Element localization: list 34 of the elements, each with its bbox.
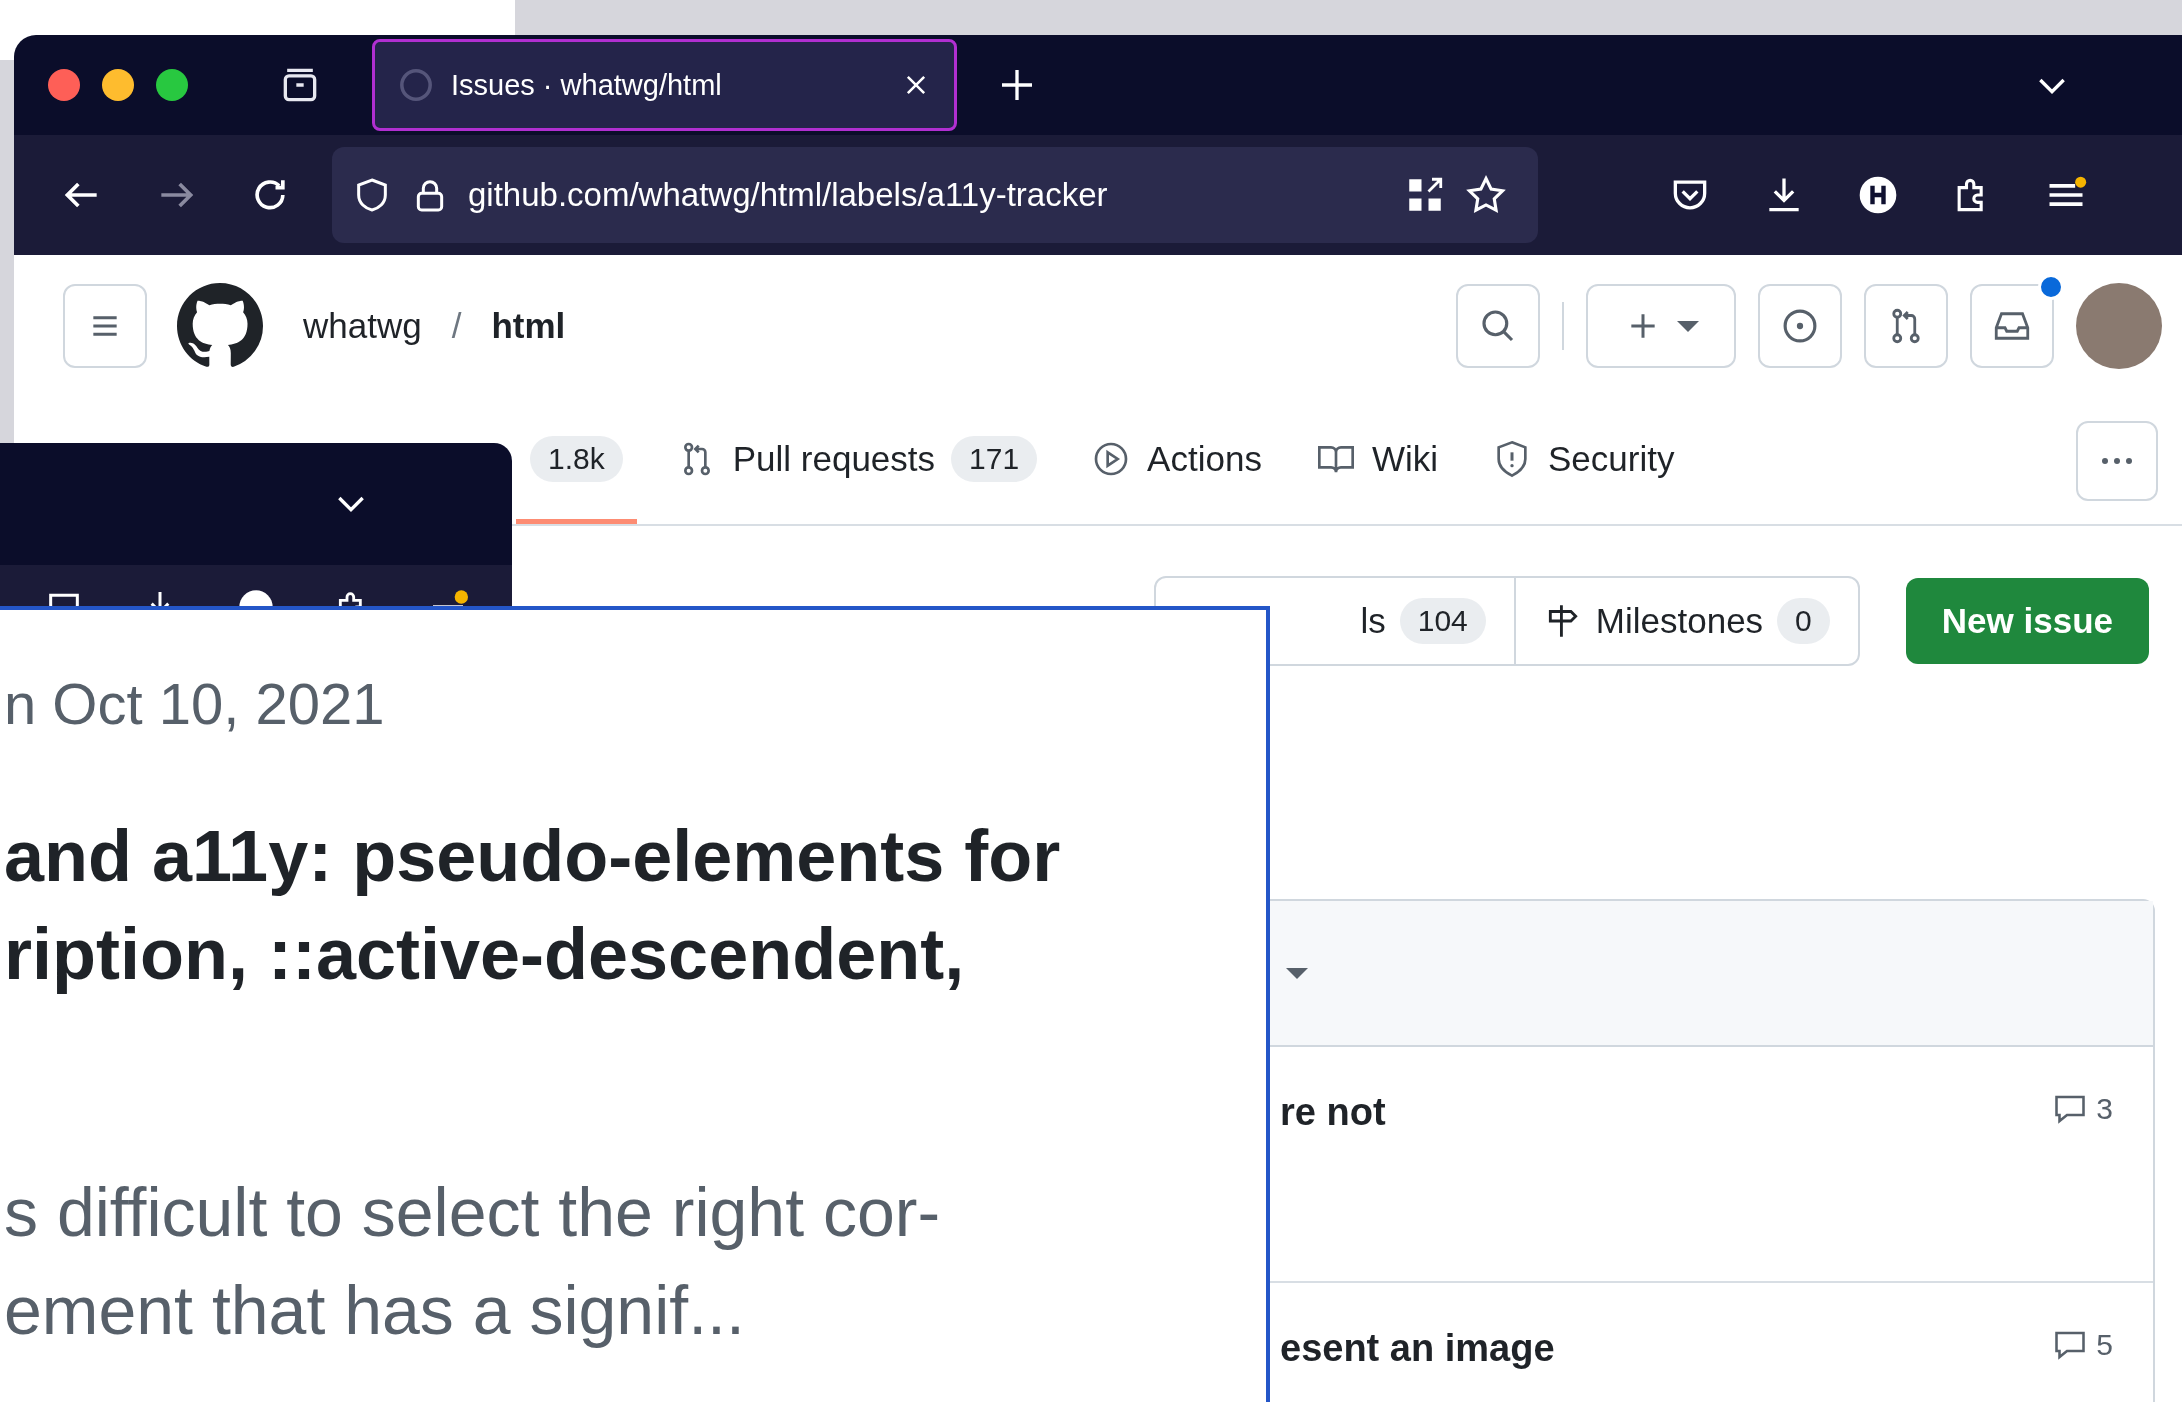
maximize-window-icon[interactable] bbox=[156, 69, 188, 101]
pull-requests-button[interactable] bbox=[1864, 284, 1948, 368]
site-icon bbox=[399, 68, 433, 102]
date-text: n Oct 10, 2021 bbox=[4, 670, 386, 737]
repo-tab[interactable]: 1.8k bbox=[516, 398, 637, 524]
caret-icon[interactable] bbox=[1286, 967, 1308, 979]
issue-title-text: ription, ::active-descendent, bbox=[4, 913, 966, 996]
comment-count[interactable]: 5 bbox=[2052, 1327, 2113, 1363]
close-window-icon[interactable] bbox=[48, 69, 80, 101]
repo-tab[interactable]: Pull requests 171 bbox=[662, 398, 1052, 524]
issue-body-text: ement that has a signif... bbox=[4, 1271, 746, 1350]
new-issue-button[interactable]: New issue bbox=[1905, 578, 2149, 664]
github-logo-icon[interactable] bbox=[177, 283, 263, 369]
search-button[interactable] bbox=[1456, 284, 1540, 368]
issue-title-link[interactable]: esent an image bbox=[1280, 1327, 1555, 1370]
minimize-window-icon[interactable] bbox=[102, 69, 134, 101]
path-separator: / bbox=[451, 306, 462, 346]
browser-tab[interactable]: Issues · whatwg/html bbox=[372, 39, 957, 131]
comment-count[interactable]: 3 bbox=[2052, 1091, 2113, 1127]
owner-link[interactable]: whatwg bbox=[303, 306, 422, 346]
repo-tab[interactable]: Security bbox=[1478, 398, 1689, 524]
url-text: github.com/whatwg/html/labels/a11y-tracker bbox=[468, 176, 1108, 214]
repo-tab[interactable]: Actions bbox=[1077, 398, 1276, 524]
menu-button[interactable] bbox=[63, 284, 147, 368]
repo-tab[interactable]: Wiki bbox=[1301, 398, 1452, 524]
caret-icon bbox=[1677, 320, 1699, 332]
inbox-button[interactable] bbox=[1970, 284, 2054, 368]
issue-title-text: and a11y: pseudo-elements for bbox=[4, 815, 1062, 898]
issue-title-link[interactable]: re not bbox=[1280, 1091, 1386, 1134]
issue-body-text: s difficult to select the right cor- bbox=[4, 1173, 942, 1252]
milestones-button[interactable]: Milestones 0 bbox=[1515, 578, 1858, 664]
address-bar[interactable]: github.com/whatwg/html/labels/a11y-tracker bbox=[332, 147, 1538, 243]
repo-link[interactable]: html bbox=[491, 306, 566, 346]
issues-button[interactable] bbox=[1758, 284, 1842, 368]
